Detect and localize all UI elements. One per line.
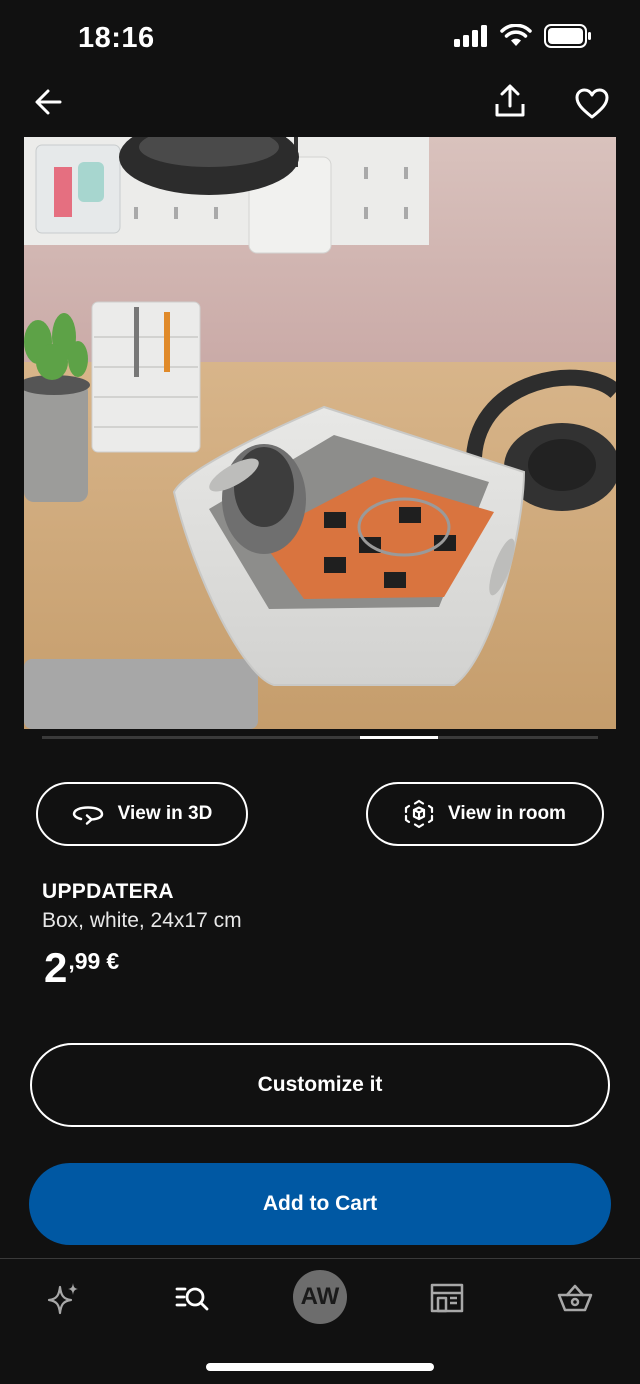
view-in-room-button[interactable]: View in room — [366, 782, 604, 846]
ar-cube-icon — [404, 799, 434, 829]
product-photo-illustration — [24, 137, 616, 729]
favorite-button[interactable] — [572, 84, 612, 124]
tab-stores[interactable] — [425, 1276, 469, 1320]
share-icon — [495, 84, 525, 117]
product-name: UPPDATERA — [42, 880, 174, 903]
avatar[interactable]: AW — [293, 1270, 347, 1324]
add-to-cart-label: Add to Cart — [262, 1192, 378, 1215]
tab-search[interactable] — [170, 1276, 214, 1320]
add-to-cart-button[interactable]: Add to Cart — [29, 1163, 611, 1245]
tab-bar-divider — [0, 1258, 640, 1259]
price-integer: 2 — [44, 944, 68, 991]
carousel-track — [42, 736, 598, 739]
customize-button[interactable]: Customize it — [30, 1043, 610, 1127]
search-list-icon — [175, 1287, 209, 1311]
price-currency: € — [106, 948, 120, 974]
rotate-3d-icon — [72, 806, 103, 825]
customize-label: Customize it — [257, 1073, 383, 1096]
basket-icon — [557, 1284, 593, 1312]
store-icon — [430, 1283, 464, 1313]
carousel-indicator[interactable] — [360, 736, 438, 739]
share-button[interactable] — [490, 82, 530, 122]
tab-inspiration[interactable] — [42, 1276, 86, 1320]
status-time: 18:16 — [78, 22, 155, 54]
tab-basket[interactable] — [553, 1276, 597, 1320]
heart-icon — [575, 88, 609, 119]
view-in-3d-button[interactable]: View in 3D — [36, 782, 248, 846]
product-image[interactable] — [24, 137, 616, 729]
sparkle-icon — [47, 1283, 78, 1315]
arrow-left-icon — [35, 89, 62, 115]
product-price: 2 ,99 € — [44, 946, 119, 990]
cellular-signal-icon — [454, 25, 487, 47]
price-decimal: ,99 — [68, 948, 101, 974]
status-icons — [454, 24, 592, 48]
view-in-3d-label: View in 3D — [117, 803, 213, 824]
back-button[interactable] — [30, 82, 70, 122]
view-in-room-label: View in room — [448, 803, 566, 824]
wifi-icon — [500, 24, 532, 46]
battery-icon — [544, 24, 591, 48]
home-indicator — [206, 1363, 434, 1371]
product-description: Box, white, 24x17 cm — [42, 909, 242, 932]
